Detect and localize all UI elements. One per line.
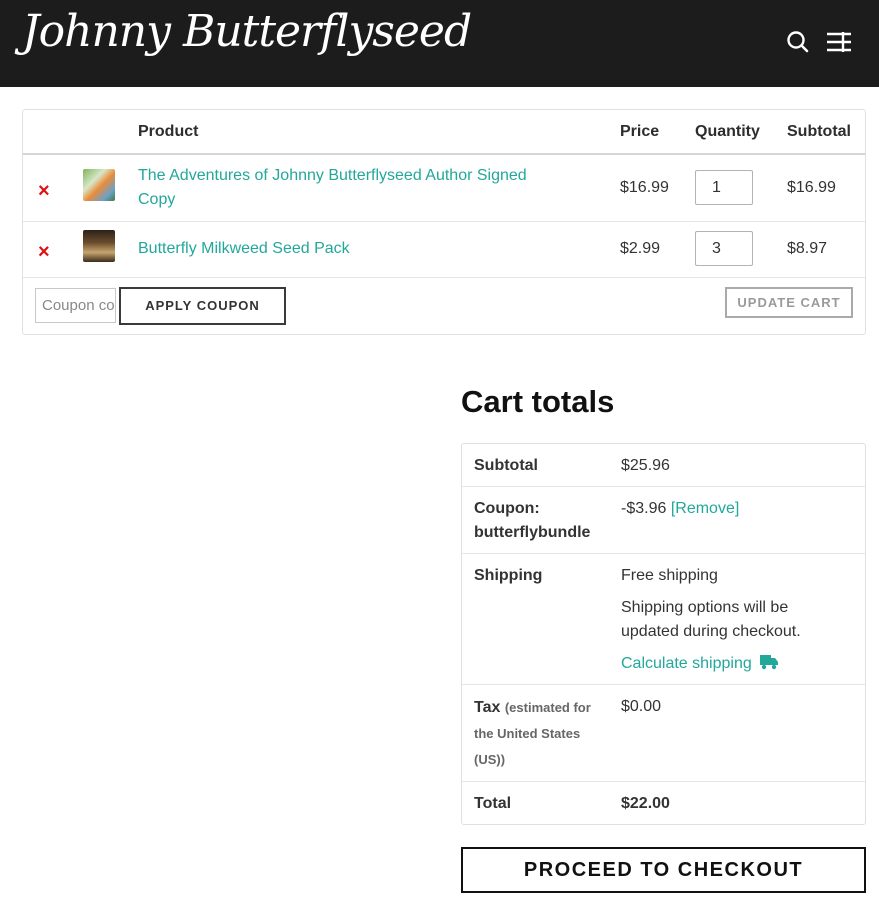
row-divider: [23, 277, 865, 278]
item-subtotal: $16.99: [787, 179, 836, 196]
tax-label: Tax (estimated for the United States (US…: [474, 699, 591, 767]
cart-table: Product Price Quantity Subtotal × The Ad…: [22, 109, 866, 335]
column-header-price: Price: [620, 123, 660, 140]
item-price: $16.99: [620, 179, 669, 196]
quantity-input[interactable]: 1: [695, 170, 753, 205]
coupon-discount: -$3.96 [Remove]: [621, 497, 739, 521]
column-header-product: Product: [138, 123, 199, 140]
truck-icon: [759, 654, 778, 678]
search-icon[interactable]: [785, 29, 811, 55]
quantity-input[interactable]: 3: [695, 231, 753, 266]
proceed-to-checkout-button[interactable]: PROCEED TO CHECKOUT: [461, 847, 866, 893]
total-label: Total: [474, 795, 512, 812]
row-divider: [23, 221, 865, 222]
remove-item-button[interactable]: ×: [38, 181, 50, 201]
calculate-shipping-link[interactable]: Calculate shipping: [621, 652, 778, 678]
cart-totals-table: Subtotal $25.96 Coupon: butterflybundle …: [461, 443, 866, 825]
subtotal-label: Subtotal: [474, 457, 538, 474]
coupon-code-input[interactable]: Coupon code: [35, 288, 116, 323]
product-name-link[interactable]: The Adventures of Johnny Butterflyseed A…: [138, 164, 527, 212]
menu-icon[interactable]: [826, 29, 852, 55]
remove-coupon-link[interactable]: [Remove]: [671, 500, 739, 517]
update-cart-button[interactable]: UPDATE CART: [725, 287, 853, 318]
product-name-link[interactable]: Butterfly Milkweed Seed Pack: [138, 237, 350, 261]
site-header: Johnny Butterflyseed: [0, 0, 879, 87]
product-thumbnail[interactable]: [83, 230, 115, 262]
shipping-value: Free shipping: [621, 567, 718, 584]
shipping-note: Shipping options will be updated during …: [621, 599, 801, 640]
totals-divider: [462, 781, 865, 782]
column-header-subtotal: Subtotal: [787, 123, 851, 140]
tax-estimate-note: (estimated for: [504, 700, 591, 715]
totals-divider: [462, 486, 865, 487]
subtotal-value: $25.96: [621, 457, 670, 474]
item-subtotal: $8.97: [787, 240, 828, 257]
coupon-label: Coupon: butterflybundle: [474, 500, 591, 541]
coupon-value: -$3.96: [621, 500, 667, 517]
product-thumbnail[interactable]: [83, 169, 115, 201]
item-price: $2.99: [620, 240, 661, 257]
cart-totals-title: Cart totals: [461, 384, 615, 419]
totals-divider: [462, 684, 865, 685]
apply-coupon-button[interactable]: APPLY COUPON: [119, 287, 286, 325]
tax-value: $0.00: [621, 698, 662, 715]
site-logo[interactable]: Johnny Butterflyseed: [22, 6, 472, 57]
column-header-quantity: Quantity: [695, 123, 760, 140]
header-divider: [23, 153, 865, 155]
remove-item-button[interactable]: ×: [38, 242, 50, 262]
total-value: $22.00: [621, 795, 670, 812]
shipping-label: Shipping: [474, 567, 543, 584]
totals-divider: [462, 553, 865, 554]
